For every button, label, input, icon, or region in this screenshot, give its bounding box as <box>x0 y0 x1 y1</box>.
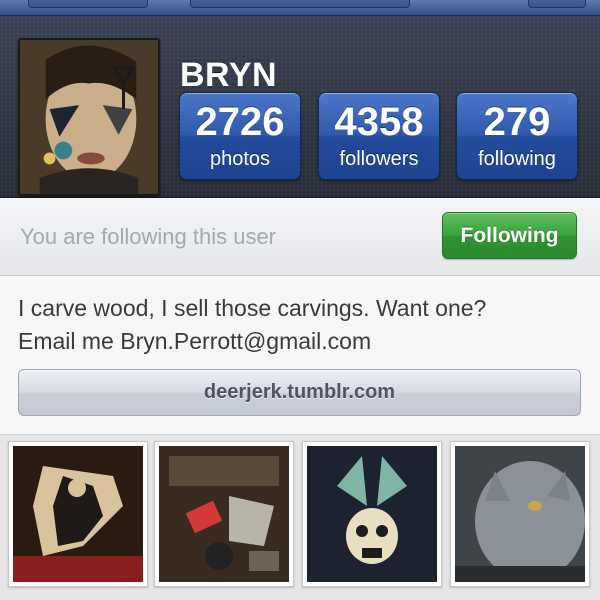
nav-action-button[interactable] <box>528 0 586 8</box>
photo-workbench <box>159 446 289 582</box>
photo-carving-figure <box>13 446 143 582</box>
photo-grid <box>0 434 600 600</box>
navigation-bar <box>0 0 600 16</box>
following-button[interactable]: Following <box>442 212 577 259</box>
bio-line-2: Email me Bryn.Perrott@gmail.com <box>18 328 372 354</box>
bio-text: I carve wood, I sell those carvings. Wan… <box>18 292 588 358</box>
bio-line-1: I carve wood, I sell those carvings. Wan… <box>18 295 487 321</box>
stat-following-button[interactable]: 279 following <box>456 92 578 180</box>
photo-thumbnail-3[interactable] <box>302 441 442 587</box>
stat-following-count: 279 <box>483 100 551 144</box>
avatar-image <box>20 40 158 194</box>
stat-followers-count: 4358 <box>334 100 424 144</box>
nav-title-button[interactable] <box>190 0 410 8</box>
bio-section: I carve wood, I sell those carvings. Wan… <box>0 276 600 434</box>
follow-status-text: You are following this user <box>20 224 277 249</box>
stat-photos-label: photos <box>209 148 271 170</box>
photo-thumbnail-1[interactable] <box>8 441 148 587</box>
profile-header: BRYN 2726 photos 4358 followers 279 foll… <box>0 16 600 198</box>
stat-following-label: following <box>478 148 556 170</box>
stat-photos-button[interactable]: 2726 photos <box>179 92 301 180</box>
photo-thumbnail-2[interactable] <box>154 441 294 587</box>
nav-back-button[interactable] <box>28 0 148 8</box>
website-link-button[interactable]: deerjerk.tumblr.com <box>18 369 581 416</box>
stat-photos-count: 2726 <box>195 100 285 144</box>
follow-status-bar: You are following this user Following <box>0 198 600 276</box>
avatar[interactable] <box>18 38 160 196</box>
profile-screen: BRYN 2726 photos 4358 followers 279 foll… <box>0 0 600 600</box>
photo-grey-cat <box>455 446 585 582</box>
profile-username: BRYN <box>180 56 278 94</box>
photo-skull-carving <box>307 446 437 582</box>
stat-followers-label: followers <box>339 148 419 170</box>
photo-thumbnail-4[interactable] <box>450 441 590 587</box>
stat-followers-button[interactable]: 4358 followers <box>318 92 440 180</box>
